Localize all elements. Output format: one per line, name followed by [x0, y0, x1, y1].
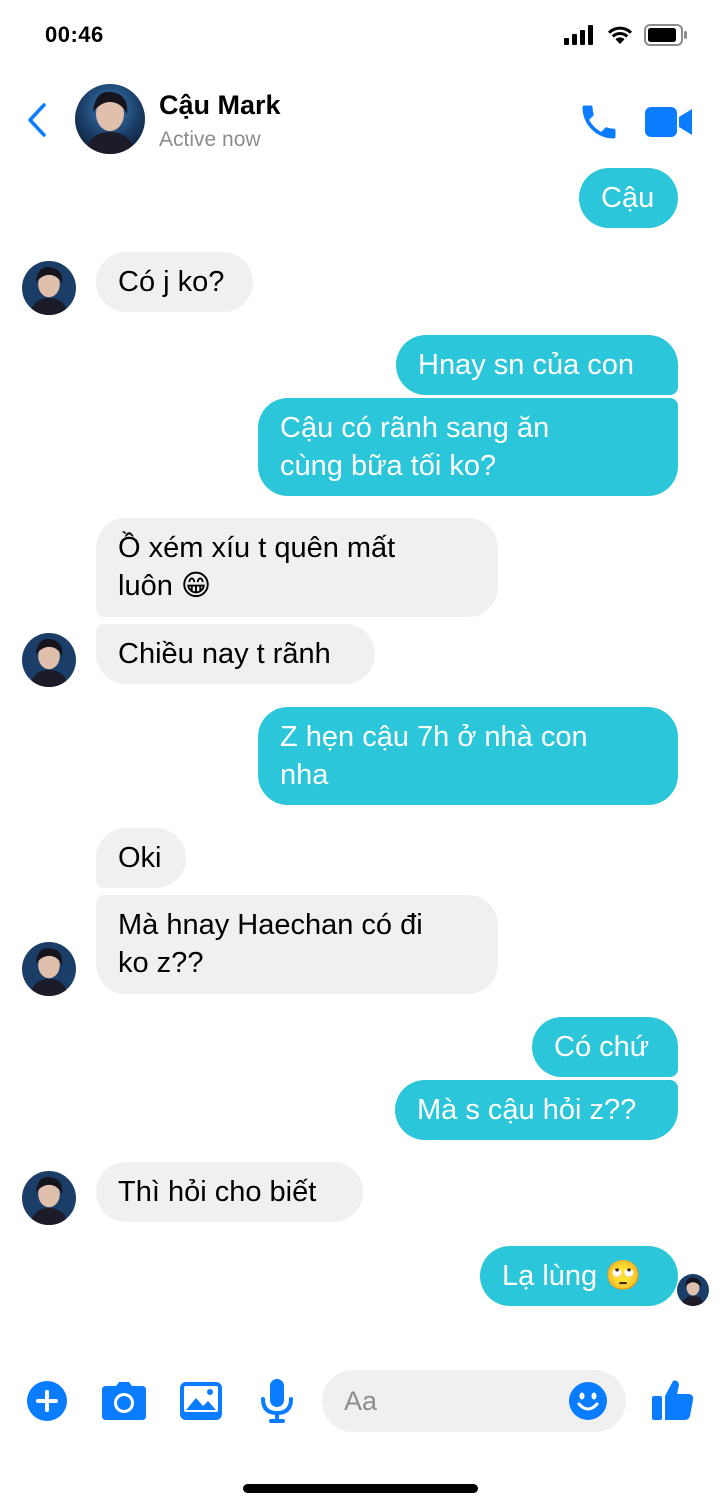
- message-text: Oki: [118, 842, 162, 874]
- message-text: Chiều nay t rãnh: [118, 638, 331, 670]
- message-bubble-outgoing[interactable]: Z hẹn cậu 7h ở nhà con nha: [258, 707, 678, 805]
- message-text-line: ko z??: [118, 947, 204, 979]
- battery-icon: [644, 24, 687, 46]
- audio-call-button[interactable]: [577, 100, 621, 144]
- like-button[interactable]: [650, 1378, 696, 1424]
- phone-icon: [582, 105, 616, 139]
- message-text-line: Z hẹn cậu 7h ở nhà con: [280, 721, 588, 753]
- back-button[interactable]: [22, 100, 52, 140]
- message-text-line: Ồ xém xíu t quên mất: [118, 532, 396, 564]
- message-text-line: luôn 😁: [118, 570, 212, 602]
- wifi-icon: [608, 26, 632, 44]
- message-text: Thì hỏi cho biết: [118, 1176, 317, 1208]
- gallery-button[interactable]: [178, 1378, 224, 1424]
- message-bubble-incoming[interactable]: Thì hỏi cho biết: [96, 1162, 363, 1222]
- message-text-line: cùng bữa tối ko?: [280, 450, 497, 482]
- message-text-line: Cậu có rãnh sang ăn: [280, 412, 550, 444]
- sender-avatar[interactable]: [22, 261, 76, 315]
- microphone-icon: [261, 1379, 293, 1423]
- message-bubble-outgoing[interactable]: Lạ lùng 🙄: [480, 1246, 678, 1306]
- chat-header: Cậu Mark Active now: [0, 78, 720, 164]
- contact-avatar[interactable]: [75, 84, 145, 154]
- back-chevron-icon: [28, 103, 46, 137]
- plus-circle-icon: [27, 1381, 67, 1421]
- message-text: Hnay sn của con: [418, 349, 635, 381]
- message-bubble-incoming[interactable]: Có j ko?: [96, 252, 253, 312]
- message-bubble-incoming[interactable]: Oki: [96, 828, 186, 888]
- message-input-box[interactable]: [322, 1370, 626, 1432]
- sender-avatar[interactable]: [22, 633, 76, 687]
- message-bubble-incoming[interactable]: Ồ xém xíu t quên mất luôn 😁: [96, 518, 498, 617]
- message-text: Lạ lùng 🙄: [502, 1260, 642, 1292]
- message-bubble-outgoing[interactable]: Hnay sn của con: [396, 335, 678, 395]
- message-text-line: Mà hnay Haechan có đi: [118, 909, 423, 941]
- image-icon: [180, 1382, 222, 1420]
- status-bar: 00:46: [0, 0, 720, 70]
- message-bubble-incoming[interactable]: Chiều nay t rãnh: [96, 624, 375, 684]
- sender-avatar[interactable]: [22, 1171, 76, 1225]
- message-bubble-incoming[interactable]: Mà hnay Haechan có đi ko z??: [96, 895, 498, 994]
- emoji-button[interactable]: [568, 1381, 608, 1421]
- status-time: 00:46: [45, 22, 104, 47]
- contact-name[interactable]: Cậu Mark: [159, 90, 281, 121]
- more-actions-button[interactable]: [24, 1378, 70, 1424]
- message-bubble-outgoing[interactable]: Cậu: [579, 168, 678, 228]
- message-text: Mà s cậu hỏi z??: [417, 1094, 637, 1126]
- sender-avatar[interactable]: [22, 942, 76, 996]
- camera-button[interactable]: [101, 1378, 147, 1424]
- smiley-icon: [569, 1382, 607, 1420]
- cellular-signal-icon: [564, 25, 593, 45]
- voice-message-button[interactable]: [254, 1378, 300, 1424]
- video-camera-icon: [645, 107, 692, 137]
- message-text: Cậu: [601, 182, 655, 214]
- message-input[interactable]: [344, 1370, 564, 1432]
- active-status: Active now: [159, 128, 261, 151]
- message-bubble-outgoing[interactable]: Cậu có rãnh sang ăn cùng bữa tối ko?: [258, 398, 678, 496]
- seen-receipt-avatar: [677, 1274, 709, 1306]
- home-indicator: [243, 1484, 478, 1493]
- video-call-button[interactable]: [643, 102, 695, 142]
- message-text: Có j ko?: [118, 266, 225, 298]
- message-composer: [0, 1368, 720, 1438]
- camera-icon: [102, 1382, 146, 1420]
- message-bubble-outgoing[interactable]: Có chứ: [532, 1017, 678, 1077]
- message-text-line: nha: [280, 759, 329, 791]
- status-icons: [564, 24, 688, 46]
- message-bubble-outgoing[interactable]: Mà s cậu hỏi z??: [395, 1080, 678, 1140]
- thumbs-up-icon: [652, 1380, 694, 1420]
- message-text: Có chứ: [554, 1031, 650, 1063]
